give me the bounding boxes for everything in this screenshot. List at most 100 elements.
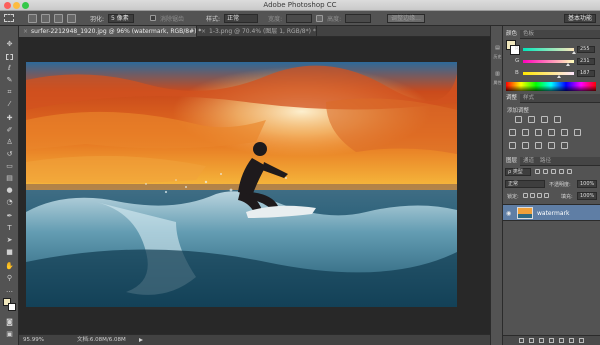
hue-saturation-icon[interactable] bbox=[522, 129, 529, 136]
new-group-icon[interactable] bbox=[559, 338, 564, 343]
exposure-icon[interactable] bbox=[554, 116, 561, 123]
layer-item-watermark[interactable]: ◉ watermark bbox=[503, 204, 600, 221]
crop-tool-icon[interactable]: ⌗ bbox=[5, 88, 14, 97]
lock-all-icon[interactable] bbox=[544, 193, 549, 198]
invert-icon[interactable] bbox=[509, 142, 516, 149]
zoom-tool-icon[interactable]: ⚲ bbox=[5, 274, 14, 283]
gradient-map-icon[interactable] bbox=[548, 142, 555, 149]
tab-channels[interactable]: 通道 bbox=[520, 157, 537, 166]
brightness-contrast-icon[interactable] bbox=[515, 116, 522, 123]
layer-style-icon[interactable] bbox=[529, 338, 534, 343]
marquee-tool-preset-icon[interactable] bbox=[4, 14, 14, 22]
channel-mixer-icon[interactable] bbox=[574, 129, 581, 136]
new-selection-icon[interactable] bbox=[28, 13, 37, 23]
red-value-input[interactable]: 255 bbox=[577, 46, 595, 53]
layer-name[interactable]: watermark bbox=[537, 210, 569, 217]
intersect-selection-icon[interactable] bbox=[67, 13, 76, 23]
blue-track[interactable] bbox=[523, 72, 574, 75]
green-value-input[interactable]: 231 bbox=[577, 58, 595, 65]
clone-stamp-tool-icon[interactable]: ♙ bbox=[5, 138, 14, 147]
workspace-select[interactable]: 基本功能 bbox=[563, 14, 596, 23]
add-to-selection-icon[interactable] bbox=[41, 13, 50, 23]
blend-mode-select[interactable]: 正常 bbox=[505, 180, 545, 188]
subtract-from-selection-icon[interactable] bbox=[54, 13, 63, 23]
lasso-tool-icon[interactable]: ℓ bbox=[5, 64, 14, 73]
green-slider[interactable]: G 231 bbox=[515, 58, 599, 66]
tab-styles[interactable]: 样式 bbox=[520, 94, 537, 103]
lock-position-icon[interactable] bbox=[537, 193, 542, 198]
tab-layers[interactable]: 图层 bbox=[503, 157, 521, 166]
eyedropper-tool-icon[interactable]: ⁄ bbox=[5, 100, 14, 109]
blur-tool-icon[interactable]: ● bbox=[5, 186, 14, 195]
type-tool-icon[interactable]: T bbox=[5, 224, 14, 233]
delete-layer-icon[interactable] bbox=[579, 338, 584, 343]
feather-input[interactable]: 5 像素 bbox=[108, 13, 135, 23]
curves-icon[interactable] bbox=[541, 116, 548, 123]
tab-swatches[interactable]: 色板 bbox=[520, 30, 537, 39]
dodge-tool-icon[interactable]: ◔ bbox=[5, 198, 14, 207]
move-tool-icon[interactable]: ✥ bbox=[5, 40, 14, 49]
height-input[interactable] bbox=[345, 13, 372, 23]
swap-dimensions-icon[interactable] bbox=[316, 14, 324, 22]
rectangle-tool-icon[interactable]: ■ bbox=[5, 248, 14, 257]
style-select[interactable]: 正常 bbox=[224, 13, 259, 23]
posterize-icon[interactable] bbox=[522, 142, 529, 149]
photo-filter-icon[interactable] bbox=[561, 129, 568, 136]
screen-mode-icon[interactable]: ▣ bbox=[5, 330, 14, 339]
new-adjustment-layer-icon[interactable] bbox=[549, 338, 554, 343]
vibrance-icon[interactable] bbox=[509, 129, 516, 136]
spot-healing-tool-icon[interactable]: ✚ bbox=[5, 114, 14, 123]
tab-surfer[interactable]: × surfer-2212948_1920.jpg @ 96% (watermar… bbox=[19, 26, 201, 37]
quick-mask-icon[interactable]: ◙ bbox=[5, 318, 14, 327]
green-thumb[interactable] bbox=[566, 63, 570, 66]
close-tab-icon[interactable]: × bbox=[23, 28, 28, 35]
pixel-filter-icon[interactable] bbox=[535, 169, 540, 174]
width-input[interactable] bbox=[286, 13, 313, 23]
history-panel-icon[interactable]: ▤ bbox=[493, 44, 502, 53]
smart-object-filter-icon[interactable] bbox=[567, 169, 572, 174]
type-filter-icon[interactable] bbox=[551, 169, 556, 174]
layer-visibility-eye-icon[interactable]: ◉ bbox=[506, 210, 511, 217]
canvas-area[interactable] bbox=[19, 37, 490, 334]
levels-icon[interactable] bbox=[528, 116, 535, 123]
red-track[interactable] bbox=[523, 48, 574, 51]
rectangular-marquee-tool-icon[interactable] bbox=[5, 52, 14, 61]
new-layer-icon[interactable] bbox=[569, 338, 574, 343]
antialias-checkbox[interactable] bbox=[150, 15, 157, 21]
threshold-icon[interactable] bbox=[535, 142, 542, 149]
more-tools-icon[interactable]: … bbox=[5, 286, 14, 295]
document-image[interactable] bbox=[26, 62, 457, 307]
gradient-tool-icon[interactable]: ▤ bbox=[5, 174, 14, 183]
layer-kind-filter[interactable]: ρ 类型 bbox=[505, 168, 531, 176]
blue-slider[interactable]: B 187 bbox=[515, 70, 599, 78]
background-color-swatch[interactable] bbox=[8, 303, 16, 311]
eraser-tool-icon[interactable]: ▭ bbox=[5, 162, 14, 171]
tab-paths[interactable]: 路径 bbox=[537, 157, 554, 166]
hand-tool-icon[interactable]: ✋ bbox=[5, 262, 14, 271]
adjustment-filter-icon[interactable] bbox=[543, 169, 548, 174]
color-spectrum-ramp[interactable] bbox=[506, 82, 596, 91]
fill-input[interactable]: 100% bbox=[577, 192, 597, 200]
blue-thumb[interactable] bbox=[557, 75, 561, 78]
red-slider[interactable]: R 255 bbox=[515, 46, 599, 54]
lock-transparent-icon[interactable] bbox=[523, 193, 528, 198]
color-balance-icon[interactable] bbox=[535, 129, 542, 136]
opacity-input[interactable]: 100% bbox=[577, 180, 597, 188]
red-thumb[interactable] bbox=[572, 51, 576, 54]
link-layers-icon[interactable] bbox=[519, 338, 524, 343]
zoom-level[interactable]: 95.99% bbox=[23, 335, 44, 345]
path-selection-tool-icon[interactable]: ➤ bbox=[5, 236, 14, 245]
tab-color[interactable]: 颜色 bbox=[503, 30, 521, 39]
tab-adjustments[interactable]: 调整 bbox=[503, 94, 521, 103]
lock-image-icon[interactable] bbox=[530, 193, 535, 198]
tab-1-3[interactable]: × 1-3.png @ 70.4% (图层 1, RGB/8*) * bbox=[197, 26, 317, 37]
history-brush-tool-icon[interactable]: ↺ bbox=[5, 150, 14, 159]
blue-value-input[interactable]: 187 bbox=[577, 70, 595, 77]
shape-filter-icon[interactable] bbox=[559, 169, 564, 174]
properties-panel-icon[interactable]: ▥ bbox=[493, 70, 502, 79]
quick-selection-tool-icon[interactable]: ✎ bbox=[5, 76, 14, 85]
layer-mask-icon[interactable] bbox=[539, 338, 544, 343]
status-menu-arrow-icon[interactable] bbox=[139, 338, 143, 342]
brush-tool-icon[interactable]: ✐ bbox=[5, 126, 14, 135]
close-tab-icon[interactable]: × bbox=[201, 28, 206, 35]
